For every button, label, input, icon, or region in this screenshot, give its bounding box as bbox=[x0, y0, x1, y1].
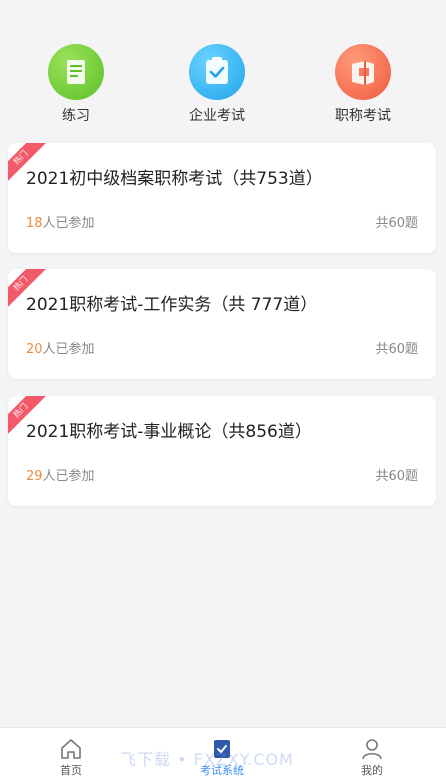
category-title-exam[interactable]: 职称考试 bbox=[303, 44, 423, 126]
category-label: 练习 bbox=[62, 108, 90, 124]
category-label: 企业考试 bbox=[189, 108, 245, 124]
book-icon bbox=[48, 44, 104, 100]
tab-home[interactable]: 首页 bbox=[26, 736, 116, 778]
category-enterprise-exam[interactable]: 企业考试 bbox=[157, 44, 277, 126]
tab-mine[interactable]: 我的 bbox=[327, 736, 417, 778]
category-label: 职称考试 bbox=[335, 108, 391, 124]
tab-label: 我的 bbox=[361, 764, 383, 777]
category-bar: 练习 企业考试 职称考试 bbox=[0, 0, 446, 136]
participants-suffix: 人已参加 bbox=[42, 469, 95, 484]
folder-icon bbox=[335, 44, 391, 100]
exam-title: 2021职称考试-事业概论（共856道） bbox=[26, 422, 312, 442]
exam-card[interactable]: 热门 2021初中级档案职称考试（共753道） 18人已参加 共60题 bbox=[8, 143, 436, 253]
participants-info: 20人已参加 bbox=[26, 341, 95, 359]
home-icon bbox=[61, 739, 81, 759]
participants-count: 18 bbox=[26, 216, 43, 231]
participants-count: 29 bbox=[26, 469, 43, 484]
question-total: 共60题 bbox=[375, 216, 418, 231]
clipboard-check-icon bbox=[189, 44, 245, 100]
exam-title: 2021初中级档案职称考试（共753道） bbox=[26, 169, 323, 189]
participants-info: 18人已参加 bbox=[26, 215, 95, 233]
exam-title: 2021职称考试-工作实务（共 777道） bbox=[26, 295, 318, 315]
participants-suffix: 人已参加 bbox=[42, 342, 95, 357]
exam-card[interactable]: 热门 2021职称考试-工作实务（共 777道） 20人已参加 共60题 bbox=[8, 269, 436, 379]
participants-info: 29人已参加 bbox=[26, 468, 95, 486]
watermark: 飞下载 • FXZXY.COM bbox=[120, 750, 294, 769]
question-total: 共60题 bbox=[375, 342, 418, 357]
participants-count: 20 bbox=[26, 342, 43, 357]
user-icon bbox=[362, 739, 382, 760]
tab-label: 首页 bbox=[60, 764, 82, 777]
question-total: 共60题 bbox=[375, 469, 418, 484]
exam-card[interactable]: 热门 2021职称考试-事业概论（共856道） 29人已参加 共60题 bbox=[8, 396, 436, 506]
participants-suffix: 人已参加 bbox=[42, 216, 95, 231]
category-practice[interactable]: 练习 bbox=[16, 44, 136, 126]
